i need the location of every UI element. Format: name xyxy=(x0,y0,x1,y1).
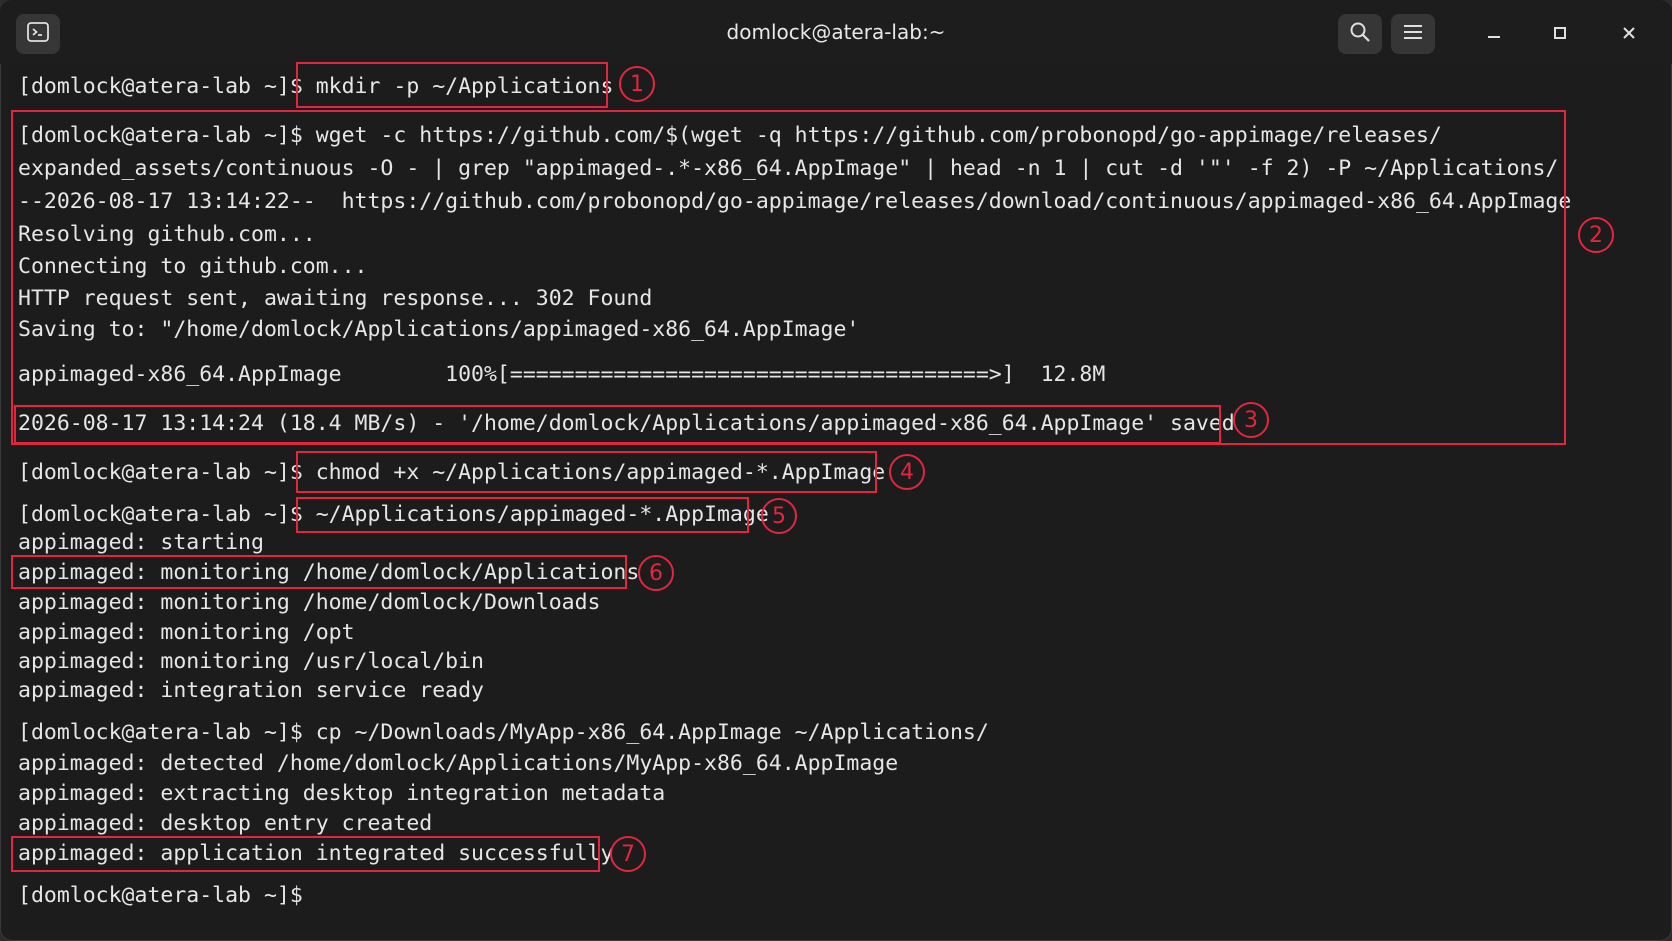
terminal-line: appimaged: monitoring /opt xyxy=(18,620,355,645)
highlight-box-2 xyxy=(11,110,1566,445)
annotation-badge-3: 3 xyxy=(1233,402,1269,438)
highlight-box-3 xyxy=(14,405,1221,444)
annotation-badge-6: 6 xyxy=(638,555,674,591)
annotation-badge-1: 1 xyxy=(619,66,655,102)
annotation-badge-2: 2 xyxy=(1578,217,1614,253)
highlight-box-7 xyxy=(11,836,600,872)
highlight-box-5 xyxy=(296,497,749,533)
terminal-line: appimaged: monitoring /usr/local/bin xyxy=(18,649,484,674)
close-icon xyxy=(1622,25,1636,44)
hamburger-menu-icon xyxy=(1403,23,1423,45)
search-button[interactable] xyxy=(1338,14,1382,54)
search-icon xyxy=(1349,21,1371,47)
terminal-line: appimaged: extracting desktop integratio… xyxy=(18,781,666,806)
menu-button[interactable] xyxy=(1391,14,1435,54)
terminal-prompt-line: [domlock@atera-lab ~]$ xyxy=(18,883,303,908)
maximize-button[interactable] xyxy=(1540,14,1580,54)
terminal-line: appimaged: detected /home/domlock/Applic… xyxy=(18,751,899,776)
highlight-box-6 xyxy=(11,555,627,589)
close-button[interactable] xyxy=(1609,14,1649,54)
minimize-button[interactable] xyxy=(1474,14,1514,54)
annotation-badge-5: 5 xyxy=(761,498,797,534)
terminal-line: appimaged: monitoring /home/domlock/Down… xyxy=(18,590,601,615)
terminal-line: appimaged: desktop entry created xyxy=(18,811,433,836)
annotation-badge-7: 7 xyxy=(610,836,646,872)
annotation-badge-4: 4 xyxy=(889,454,925,490)
highlight-box-1 xyxy=(296,62,608,108)
terminal-window: domlock@atera-lab:~ [domlock@atera-lab ~… xyxy=(0,0,1672,941)
terminal-line: appimaged: integration service ready xyxy=(18,678,484,703)
highlight-box-4 xyxy=(296,451,877,493)
maximize-icon xyxy=(1553,25,1567,44)
terminal-line: [domlock@atera-lab ~]$ cp ~/Downloads/My… xyxy=(18,720,989,745)
title-bar[interactable]: domlock@atera-lab:~ xyxy=(0,0,1672,64)
terminal-line: appimaged: starting xyxy=(18,530,264,555)
minimize-icon xyxy=(1487,25,1501,44)
